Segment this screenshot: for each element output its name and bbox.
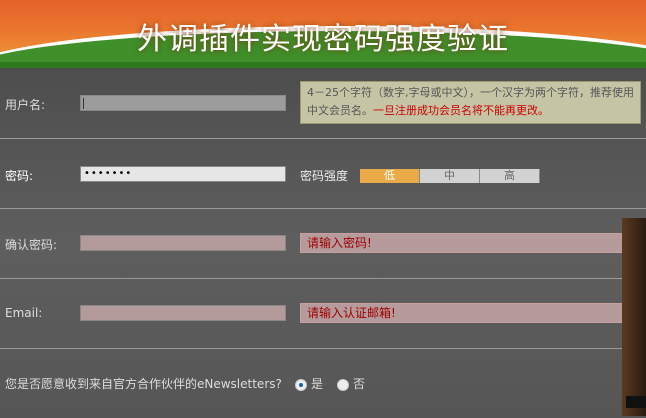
newsletter-question: 您是否愿意收到来自官方合作伙伴的eNewsletters? <box>5 377 282 391</box>
strength-label: 密码强度 <box>300 169 349 183</box>
decorative-figure <box>622 218 646 416</box>
password-input[interactable]: ••••••• <box>80 166 286 182</box>
form-area: 用户名: 4－25个字符（数字,字母或中文），一个汉字为两个字符，推荐使用中文会… <box>0 68 646 416</box>
confirm-password-input[interactable] <box>80 235 286 251</box>
confirm-row: 确认密码: 请输入密码! <box>0 208 646 279</box>
decorative-strap <box>626 396 646 408</box>
newsletter-no-option[interactable]: 否 <box>337 375 365 392</box>
text-caret <box>83 98 84 109</box>
radio-yes[interactable] <box>295 378 307 391</box>
email-row: Email: 请输入认证邮箱! <box>0 278 646 349</box>
strength-medium: 中 <box>420 169 480 183</box>
page-header: 外调插件实现密码强度验证 <box>0 0 646 68</box>
strength-high: 高 <box>480 169 540 183</box>
username-input[interactable] <box>80 95 286 111</box>
password-row: 密码: ••••••• 密码强度 低 中 高 <box>0 138 646 209</box>
email-input[interactable] <box>80 305 286 321</box>
email-label: Email: <box>5 306 43 320</box>
radio-no[interactable] <box>337 378 349 391</box>
confirm-error: 请输入密码! <box>300 233 641 253</box>
confirm-label: 确认密码: <box>5 238 58 252</box>
username-label: 用户名: <box>5 98 46 112</box>
username-row: 用户名: 4－25个字符（数字,字母或中文），一个汉字为两个字符，推荐使用中文会… <box>0 68 646 139</box>
radio-no-label: 否 <box>353 377 366 391</box>
radio-yes-label: 是 <box>311 377 324 391</box>
email-error: 请输入认证邮箱! <box>300 303 641 323</box>
username-hint: 4－25个字符（数字,字母或中文），一个汉字为两个字符，推荐使用中文会员名。一旦… <box>300 81 641 124</box>
strength-meter: 低 中 高 <box>360 169 540 183</box>
username-hint-warning: 一旦注册成功会员名将不能再更改。 <box>373 104 549 117</box>
strength-low: 低 <box>360 169 420 183</box>
newsletter-yes-option[interactable]: 是 <box>295 375 323 392</box>
page-title: 外调插件实现密码强度验证 <box>137 22 509 57</box>
newsletter-row: 您是否愿意收到来自官方合作伙伴的eNewsletters? 是 否 <box>0 348 646 418</box>
password-label: 密码: <box>5 169 34 183</box>
